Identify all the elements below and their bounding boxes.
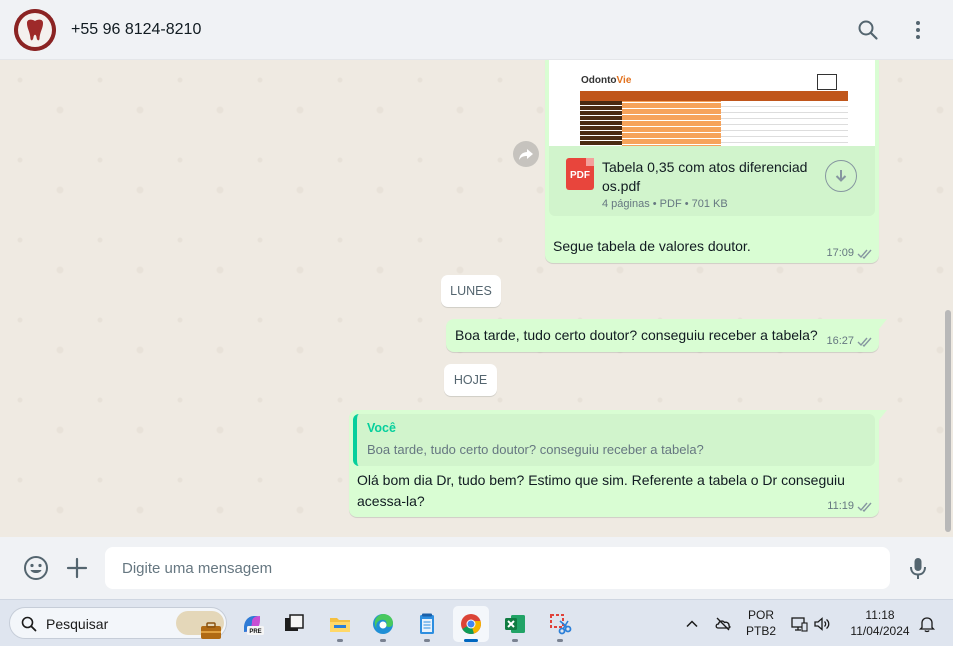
double-check-icon <box>857 337 872 347</box>
message-meta: 17:09 <box>826 247 873 259</box>
clock-date: 11/04/2024 <box>850 624 910 638</box>
volume-icon[interactable] <box>813 615 831 633</box>
network-icon[interactable] <box>790 615 808 633</box>
running-indicator <box>337 639 343 642</box>
forward-icon <box>519 149 533 160</box>
search-highlight-icon[interactable] <box>176 611 224 639</box>
excel-app-icon[interactable] <box>497 606 533 642</box>
copilot-badge-label: PRE <box>249 629 261 635</box>
notification-bell-icon[interactable] <box>918 615 936 633</box>
search-icon <box>21 616 37 632</box>
tooth-logo-icon <box>14 9 56 51</box>
date-chip-hoje: HOJE <box>444 364 497 396</box>
preview-table-column <box>580 101 622 146</box>
message-text: Boa tarde, tudo certo doutor? conseguiu … <box>455 327 818 343</box>
pdf-file-icon: PDF <box>566 158 594 190</box>
forward-button[interactable] <box>513 141 539 167</box>
message-meta: 16:27 <box>826 335 873 347</box>
preview-logo: OdontoVie <box>581 75 632 86</box>
edge-app-icon[interactable] <box>365 606 401 642</box>
snipping-tool-app-icon[interactable] <box>542 606 578 642</box>
outgoing-reply-message[interactable]: Você Boa tarde, tudo certo doutor? conse… <box>349 410 879 517</box>
keyboard-layout-code: PTB2 <box>745 624 776 638</box>
preview-table-header <box>580 91 848 101</box>
message-time: 16:27 <box>826 335 854 347</box>
clock-time: 11:18 <box>865 608 895 622</box>
scroll-thumb[interactable] <box>945 310 951 532</box>
chat-header: +55 96 8124-8210 <box>0 0 953 60</box>
message-text: Olá bom dia Dr, tudo bem? Estimo que sim… <box>357 472 845 509</box>
file-explorer-app-icon[interactable] <box>322 606 358 642</box>
contact-avatar[interactable] <box>14 9 56 51</box>
preview-table-values <box>721 101 848 146</box>
taskbar-search[interactable]: Pesquisar <box>9 607 227 639</box>
reply-quote[interactable]: Você Boa tarde, tudo certo doutor? conse… <box>353 414 875 466</box>
download-button[interactable] <box>825 160 857 192</box>
bubble-tail <box>879 319 887 329</box>
keyboard-language-indicator[interactable]: POR PTB2 <box>742 607 780 639</box>
preview-badge <box>817 74 837 90</box>
document-file-name: Tabela 0,35 com atos diferenciados.pdf <box>602 159 808 194</box>
download-icon <box>835 170 847 182</box>
onedrive-offline-icon[interactable] <box>714 615 732 633</box>
attach-plus-icon[interactable] <box>64 555 90 581</box>
double-check-icon <box>857 249 872 259</box>
message-time: 11:19 <box>827 500 854 512</box>
message-input[interactable] <box>105 547 890 589</box>
bubble-tail <box>879 410 887 420</box>
quote-text: Boa tarde, tudo certo doutor? conseguiu … <box>367 442 704 457</box>
double-check-icon <box>857 502 872 512</box>
search-label: Pesquisar <box>46 616 109 632</box>
system-clock[interactable]: 11:18 11/04/2024 <box>845 607 915 639</box>
search-icon[interactable] <box>856 18 880 42</box>
compose-bar <box>0 537 953 599</box>
date-chip-lunes: LUNES <box>441 275 501 307</box>
outgoing-message[interactable]: Boa tarde, tudo certo doutor? conseguiu … <box>446 319 879 352</box>
chat-scrollbar[interactable] <box>943 60 953 537</box>
document-preview[interactable]: OdontoVie <box>549 60 875 146</box>
microphone-icon[interactable] <box>905 555 931 581</box>
notepad-app-icon[interactable] <box>409 606 445 642</box>
chevron-up-icon[interactable] <box>683 615 701 633</box>
more-options-icon[interactable] <box>906 18 930 42</box>
document-file-info: 4 páginas • PDF • 701 KB <box>602 198 728 210</box>
document-message[interactable]: OdontoVie PDF Tabela 0,35 com atos difer… <box>545 60 879 263</box>
running-indicator <box>424 639 430 642</box>
message-meta: 11:19 <box>827 500 873 512</box>
quote-author: Você <box>367 421 396 435</box>
document-caption: Segue tabela de valores doutor. <box>553 238 751 254</box>
copilot-app-icon[interactable]: PRE <box>234 606 270 642</box>
windows-taskbar: Pesquisar PRE POR PTB2 11:18 11/04/2024 <box>0 599 953 646</box>
chat-panel: OdontoVie PDF Tabela 0,35 com atos difer… <box>0 60 953 537</box>
message-time: 17:09 <box>826 247 854 259</box>
running-indicator <box>512 639 518 642</box>
contact-name[interactable]: +55 96 8124-8210 <box>71 21 201 39</box>
running-indicator <box>557 639 563 642</box>
language-code: POR <box>747 608 774 622</box>
document-file-row[interactable]: PDF Tabela 0,35 com atos diferenciados.p… <box>549 146 875 216</box>
emoji-icon[interactable] <box>23 555 49 581</box>
chrome-app-icon[interactable] <box>453 606 489 642</box>
active-indicator <box>464 639 478 642</box>
task-view-app-icon[interactable] <box>276 606 312 642</box>
running-indicator <box>380 639 386 642</box>
